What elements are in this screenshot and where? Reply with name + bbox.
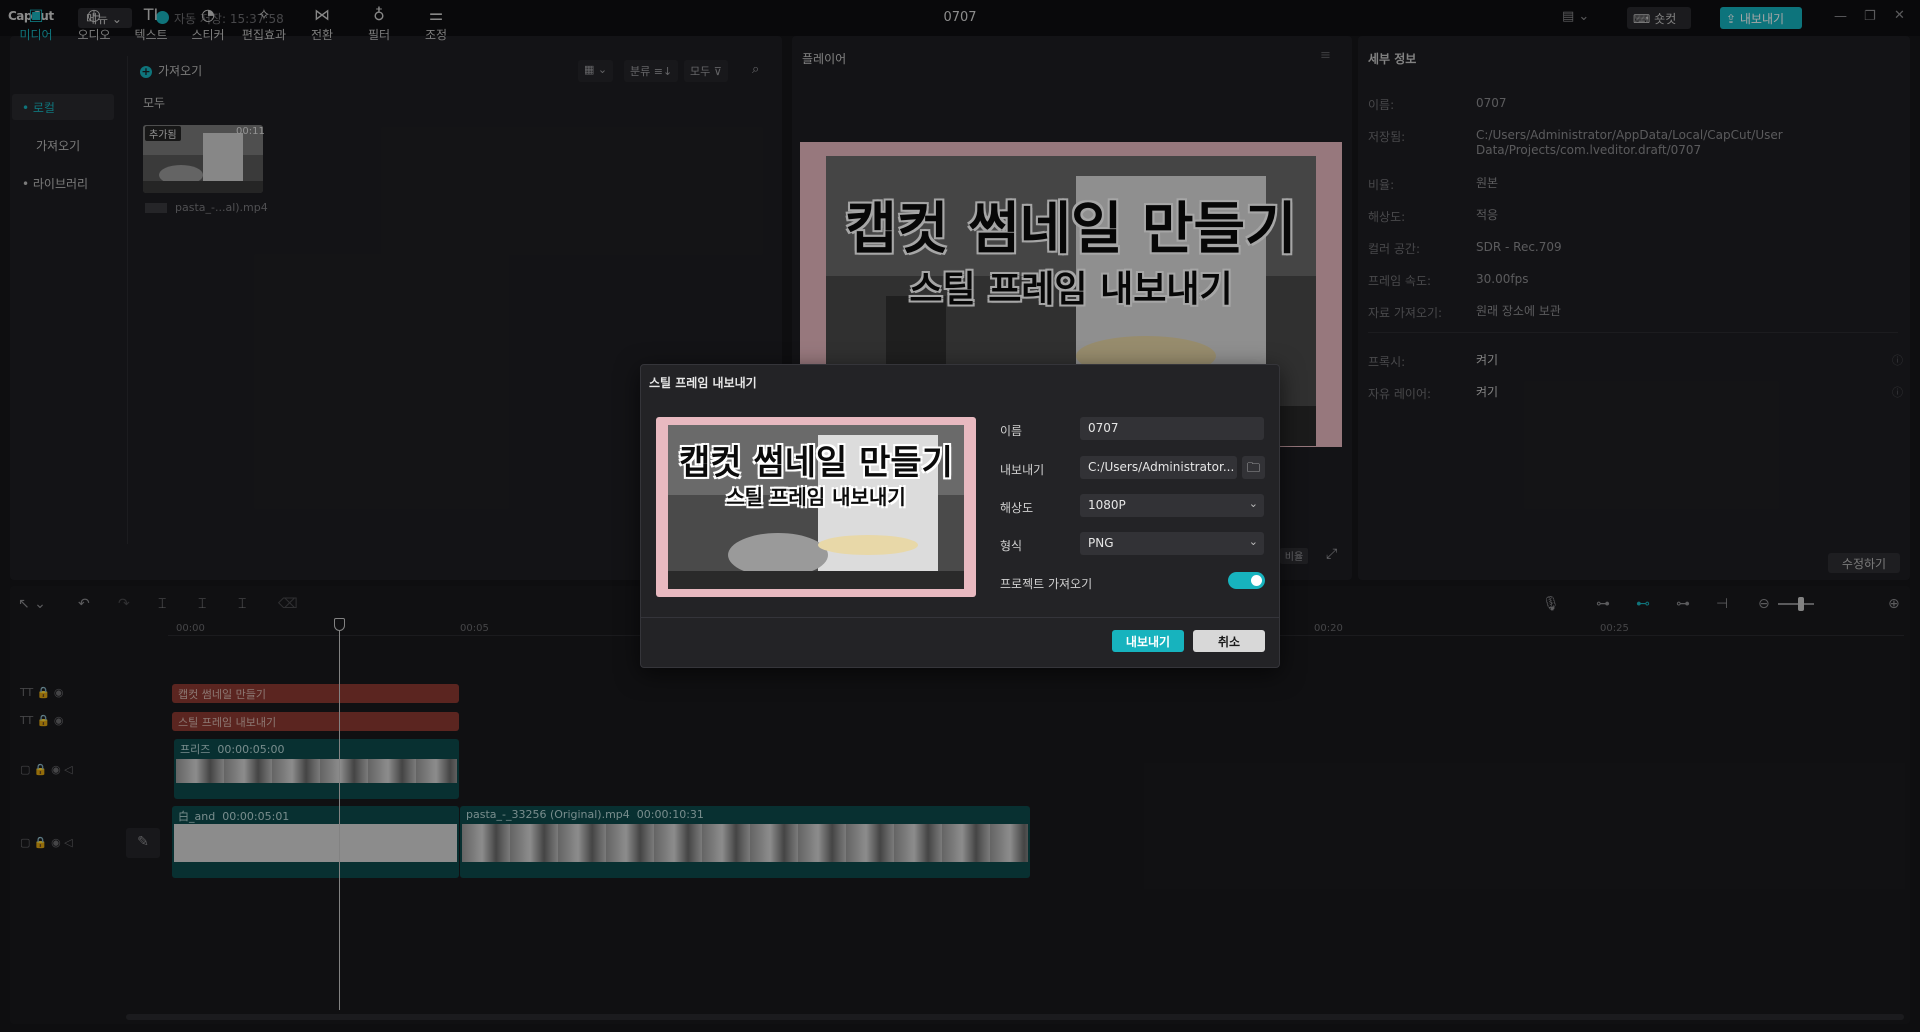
name-input[interactable]: 0707 — [1080, 417, 1264, 440]
dialog-divider — [641, 617, 1279, 618]
dialog-preview-headline: 캡컷 썸네일 만들기 — [679, 443, 953, 483]
dialog-preview-frame: 캡컷 썸네일 만들기 스틸 프레임 내보내기 — [668, 425, 964, 589]
export-button[interactable]: 내보내기 — [1112, 630, 1184, 652]
resolution-label: 해상도 — [1000, 501, 1034, 515]
export-still-frame-dialog: 스틸 프레임 내보내기 캡컷 썸네일 만들기 스틸 프레임 내보내기 이름 07… — [640, 364, 1280, 668]
import-project-toggle[interactable] — [1228, 572, 1265, 589]
resolution-value: 1080P — [1088, 498, 1126, 512]
cancel-button[interactable]: 취소 — [1193, 630, 1265, 652]
dialog-title: 스틸 프레임 내보내기 — [649, 376, 757, 390]
dialog-preview-subline: 스틸 프레임 내보내기 — [726, 485, 906, 509]
export-path-value: C:/Users/Administrator... — [1088, 460, 1235, 474]
format-value: PNG — [1088, 536, 1114, 550]
format-select[interactable]: PNG ⌄ — [1080, 532, 1264, 555]
name-value: 0707 — [1088, 421, 1119, 435]
folder-icon[interactable]: 🗀 — [1242, 456, 1265, 479]
chevron-down-icon: ⌄ — [1248, 497, 1258, 510]
name-label: 이름 — [1000, 424, 1023, 438]
import-project-label: 프로젝트 가져오기 — [1000, 577, 1093, 591]
dialog-preview: 캡컷 썸네일 만들기 스틸 프레임 내보내기 — [656, 417, 976, 597]
export-path-label: 내보내기 — [1000, 463, 1045, 477]
export-path-input[interactable]: C:/Users/Administrator... — [1080, 456, 1237, 479]
format-label: 형식 — [1000, 539, 1023, 553]
chevron-down-icon: ⌄ — [1248, 535, 1258, 548]
toggle-knob — [1251, 575, 1262, 586]
resolution-select[interactable]: 1080P ⌄ — [1080, 494, 1264, 517]
